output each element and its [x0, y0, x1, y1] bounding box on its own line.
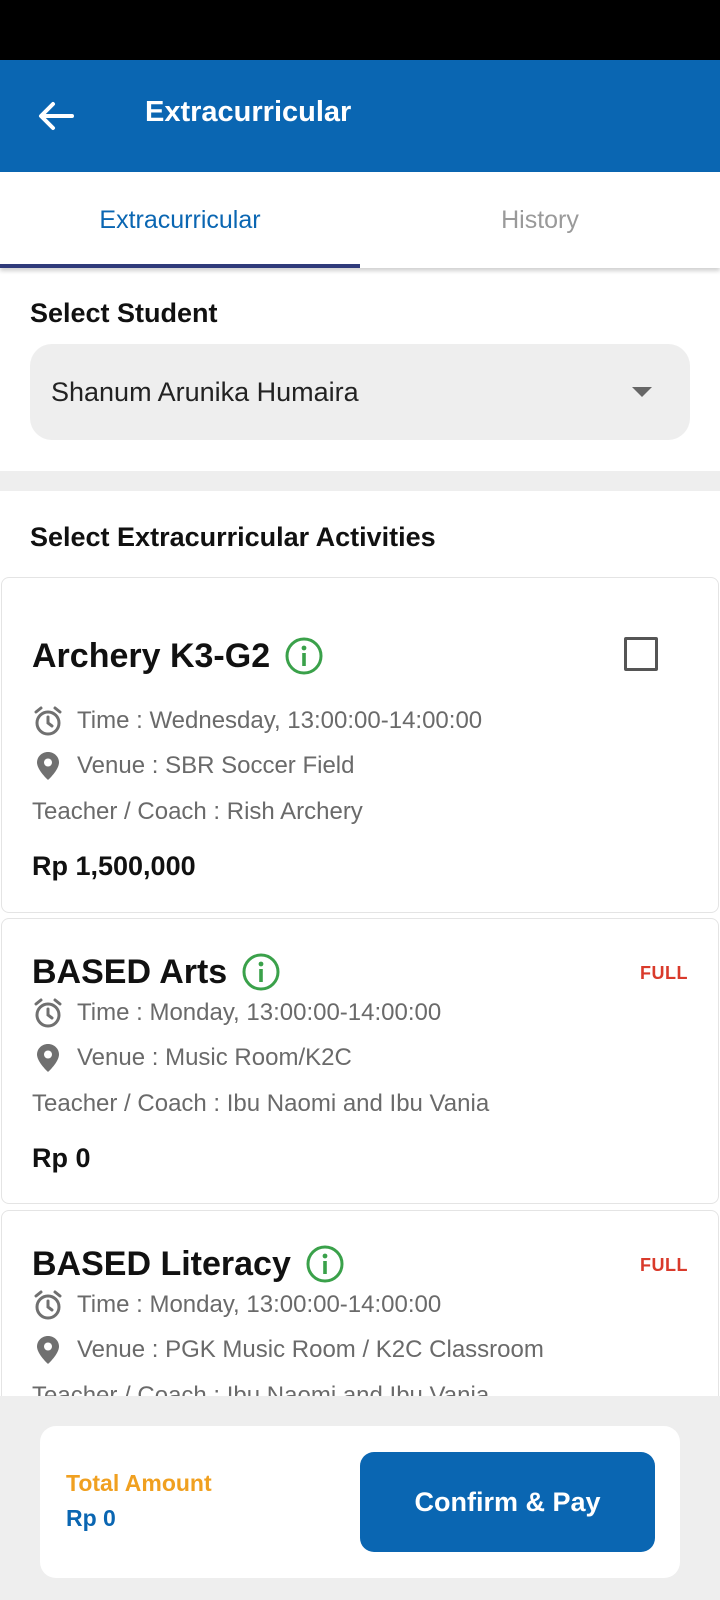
- tab-extracurricular[interactable]: Extracurricular: [0, 172, 360, 268]
- alarm-clock-icon: [32, 1289, 64, 1321]
- section-divider: [0, 471, 720, 491]
- info-icon[interactable]: [284, 636, 324, 676]
- page-title: Extracurricular: [145, 96, 352, 128]
- activity-name: BASED Literacy: [32, 1244, 291, 1283]
- tab-history[interactable]: History: [360, 172, 720, 268]
- activity-venue-text: Venue : Music Room/K2C: [77, 1044, 352, 1071]
- activity-time: Time : Monday, 13:00:00-14:00:00: [32, 997, 441, 1029]
- activity-name: BASED Arts: [32, 952, 228, 991]
- activity-time-text: Time : Monday, 13:00:00-14:00:00: [77, 999, 442, 1026]
- location-pin-icon: [32, 750, 64, 782]
- activity-name: Archery K3-G2: [32, 636, 271, 675]
- full-badge: FULL: [640, 1255, 688, 1275]
- activity-time-text: Time : Wednesday, 13:00:00-14:00:00: [77, 707, 483, 734]
- activity-time: Time : Monday, 13:00:00-14:00:00: [32, 1289, 441, 1321]
- tab-bar: Extracurricular History: [0, 172, 720, 268]
- activity-title: BASED Arts: [32, 952, 281, 992]
- alarm-clock-icon: [32, 997, 64, 1029]
- activity-title: BASED Literacy: [32, 1244, 345, 1284]
- location-pin-icon: [32, 1334, 64, 1366]
- checkout-bar: Total Amount Rp 0 Confirm & Pay: [0, 1396, 720, 1600]
- tab-indicator: [0, 264, 360, 268]
- activity-venue-text: Venue : SBR Soccer Field: [77, 752, 355, 779]
- back-button[interactable]: [30, 90, 82, 142]
- activity-time-text: Time : Monday, 13:00:00-14:00:00: [77, 1291, 442, 1318]
- activity-teacher: Teacher / Coach : Rish Archery: [32, 798, 363, 825]
- app-bar: Extracurricular: [0, 60, 720, 172]
- activity-price: Rp 1,500,000: [32, 851, 196, 881]
- full-badge: FULL: [640, 963, 688, 983]
- activity-venue: Venue : Music Room/K2C: [32, 1042, 352, 1074]
- total-amount-label: Total Amount: [66, 1470, 212, 1496]
- student-dropdown-value: Shanum Arunika Humaira: [51, 376, 359, 407]
- activity-venue: Venue : PGK Music Room / K2C Classroom: [32, 1334, 544, 1366]
- activity-price: Rp 0: [32, 1143, 91, 1173]
- select-checkbox[interactable]: [624, 637, 658, 671]
- activity-venue: Venue : SBR Soccer Field: [32, 750, 354, 782]
- activity-title: Archery K3-G2: [32, 636, 324, 676]
- confirm-pay-button[interactable]: Confirm & Pay: [360, 1452, 655, 1552]
- tab-label: History: [501, 205, 579, 234]
- info-icon[interactable]: [305, 1244, 345, 1284]
- location-pin-icon: [32, 1042, 64, 1074]
- activity-card-archery[interactable]: Archery K3-G2 Time : Wednesday, 13:00:00…: [1, 577, 719, 913]
- total-amount-value: Rp 0: [66, 1505, 116, 1531]
- select-student-label: Select Student: [30, 298, 218, 328]
- back-arrow-icon: [39, 102, 74, 130]
- info-icon[interactable]: [241, 952, 281, 992]
- alarm-clock-icon: [32, 705, 64, 737]
- activity-card-based-arts[interactable]: BASED Arts FULL Time : Monday, 13:00:00-…: [1, 918, 719, 1204]
- tab-label: Extracurricular: [99, 205, 261, 234]
- activity-venue-text: Venue : PGK Music Room / K2C Classroom: [77, 1336, 544, 1363]
- select-activities-label: Select Extracurricular Activities: [30, 522, 436, 552]
- caret-down-icon: [632, 387, 652, 397]
- student-dropdown[interactable]: Shanum Arunika Humaira: [30, 344, 690, 440]
- activity-time: Time : Wednesday, 13:00:00-14:00:00: [32, 705, 482, 737]
- checkout-card: Total Amount Rp 0 Confirm & Pay: [40, 1426, 680, 1578]
- status-bar: [0, 0, 720, 60]
- activity-teacher: Teacher / Coach : Ibu Naomi and Ibu Vani…: [32, 1090, 490, 1117]
